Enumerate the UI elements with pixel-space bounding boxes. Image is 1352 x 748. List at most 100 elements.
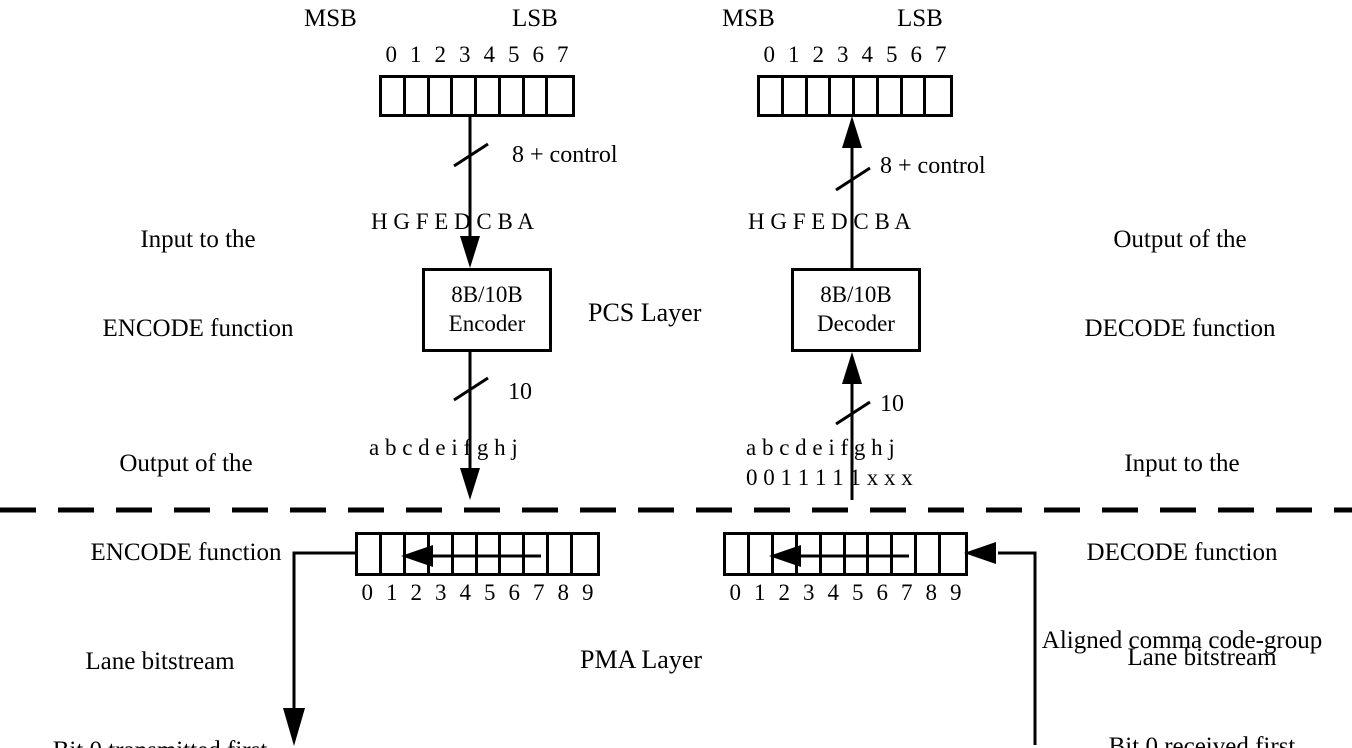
rx-serial-bit-0: 0 (729, 580, 742, 605)
rx-byte-cell-1 (784, 78, 808, 114)
rx-serial-bit-2: 2 (778, 580, 791, 605)
tx-byte-cell-0 (382, 78, 406, 114)
tx-serial-bit-4: 4 (459, 580, 472, 605)
tx-byte-bit-numbers: 0 1 2 3 4 5 6 7 (379, 42, 575, 68)
tx-lane-label: Lane bitstream Bit 0 transmitted first (20, 588, 300, 748)
tx-lane-label-line2: Bit 0 transmitted first (20, 736, 300, 748)
rx-byte-bit-1: 1 (788, 42, 800, 67)
tx-byte-bit-6: 6 (532, 42, 545, 67)
rx-byte-bit-4: 4 (861, 42, 874, 67)
rx-serial-bit-1: 1 (754, 580, 766, 605)
decoder-title-line2: Decoder (817, 311, 895, 336)
decode-input-label-line1: Input to the (1124, 450, 1240, 477)
rx-byte-cell-3 (831, 78, 856, 114)
tx-byte-cell-1 (406, 78, 430, 114)
tx-msb-label: MSB (304, 5, 357, 32)
tx-arrowhead-down-icon (460, 236, 480, 268)
rx-lane-label-line1: Lane bitstream (1127, 644, 1277, 671)
tx-serial-bit-9: 9 (582, 580, 594, 605)
decoder-title-line1: 8B/10B (820, 282, 892, 308)
tx-serial-bit-8: 8 (557, 580, 570, 605)
encode-input-label-line1: Input to the (140, 226, 256, 253)
tx-byte-cell-4 (477, 78, 501, 114)
encode-input-label: Input to the ENCODE function (48, 166, 348, 402)
decoder-block[interactable]: 8B/10B Decoder (791, 268, 921, 352)
rx-serial-bit-8: 8 (925, 580, 938, 605)
decode-output-label-line2: DECODE function (1084, 314, 1276, 342)
rx-lane-arrowhead-icon (964, 542, 996, 564)
rx-byte-bit-6: 6 (910, 42, 923, 67)
encoder-block[interactable]: 8B/10B Encoder (422, 268, 552, 352)
tx-serial-bit-numbers: 0 1 2 3 4 5 6 7 8 9 (355, 580, 600, 606)
rx-decode-output-arrow (835, 116, 871, 268)
tx-byte-bit-4: 4 (483, 42, 496, 67)
tx-encode-output-arrow (453, 352, 489, 500)
tx-serial-bit-3: 3 (435, 580, 447, 605)
tx-byte-cell-7 (548, 78, 572, 114)
rx-byte-cell-0 (760, 78, 784, 114)
rx-bus-width-label: 8 + control (880, 153, 986, 179)
tx-byte-bit-5: 5 (508, 42, 520, 67)
rx-byte-cell-7 (926, 78, 950, 114)
rx-serial-bit-5: 5 (852, 580, 864, 605)
rx-serial-bit-4: 4 (827, 580, 840, 605)
tx-serial-bit-1: 1 (386, 580, 398, 605)
rx-in-code-chars: a b c d e i f g h j (746, 435, 895, 460)
rx-byte-cell-5 (879, 78, 903, 114)
tx-byte-register (379, 75, 575, 117)
rx-serial-bit-7: 7 (901, 580, 913, 605)
tx-code-chars: H G F E D C B A (371, 209, 534, 234)
rx-byte-bit-7: 7 (935, 42, 947, 67)
rx-in-bus-width-label: 10 (880, 391, 904, 417)
decode-output-label: Output of the DECODE function (1030, 166, 1330, 402)
rx-byte-register (757, 75, 953, 117)
tx-lane-label-line1: Lane bitstream (85, 648, 235, 675)
rx-lane-label: Lane bitstream Bit 0 received first (1062, 584, 1342, 748)
encode-output-label-line1: Output of the (119, 450, 253, 477)
encoder-title-line1: 8B/10B (451, 282, 523, 308)
rx-serial-bit-6: 6 (876, 580, 889, 605)
tx-byte-cell-6 (525, 78, 549, 114)
tx-lsb-label: LSB (512, 5, 558, 32)
rx-byte-cell-2 (808, 78, 832, 114)
rx-lsb-label: LSB (897, 5, 943, 32)
rx-in-arrowhead-up-icon (842, 352, 862, 384)
tx-bus-width-label: 8 + control (512, 142, 618, 168)
rx-arrowhead-up-icon (842, 116, 862, 148)
tx-byte-bit-0: 0 (385, 42, 398, 67)
tx-serial-bit-6: 6 (508, 580, 521, 605)
rx-byte-bit-2: 2 (812, 42, 825, 67)
encoder-title-line2: Encoder (448, 311, 526, 336)
rx-serial-bit-numbers: 0 1 2 3 4 5 6 7 8 9 (723, 580, 968, 606)
tx-byte-bit-2: 2 (434, 42, 447, 67)
tx-serial-bit-7: 7 (533, 580, 545, 605)
tx-byte-cell-3 (453, 78, 478, 114)
tx-byte-bit-3: 3 (459, 42, 471, 67)
tx-out-bus-width-label: 10 (508, 379, 532, 405)
rx-serial-cell-0 (726, 535, 750, 573)
rx-lane-label-line2: Bit 0 received first (1108, 732, 1296, 748)
tx-out-code-chars: a b c d e i f g h j (369, 435, 518, 460)
tx-serial-bit-5: 5 (484, 580, 496, 605)
encode-input-label-line2: ENCODE function (102, 314, 294, 342)
rx-shift-direction-arrow-icon (769, 545, 909, 567)
rx-byte-cell-4 (855, 78, 879, 114)
pma-layer-label: PMA Layer (580, 645, 703, 674)
tx-byte-cell-2 (430, 78, 454, 114)
pcs-layer-label: PCS Layer (588, 298, 702, 327)
rx-byte-bit-0: 0 (763, 42, 776, 67)
rx-lane-input-path (964, 542, 1037, 745)
rx-in-code-values: 0 0 1 1 1 1 1 x x x (746, 465, 913, 490)
rx-msb-label: MSB (722, 5, 775, 32)
rx-code-chars: H G F E D C B A (748, 209, 911, 234)
rx-serial-bit-3: 3 (803, 580, 815, 605)
decode-output-label-line1: Output of the (1113, 226, 1247, 253)
rx-byte-bit-numbers: 0 1 2 3 4 5 6 7 (757, 42, 953, 68)
rx-byte-bit-3: 3 (837, 42, 849, 67)
tx-serial-bit-2: 2 (410, 580, 423, 605)
tx-out-arrowhead-down-icon (460, 468, 480, 500)
rx-byte-bit-5: 5 (886, 42, 898, 67)
tx-encode-input-arrow (453, 116, 489, 268)
rx-byte-cell-6 (903, 78, 927, 114)
tx-byte-cell-5 (501, 78, 525, 114)
